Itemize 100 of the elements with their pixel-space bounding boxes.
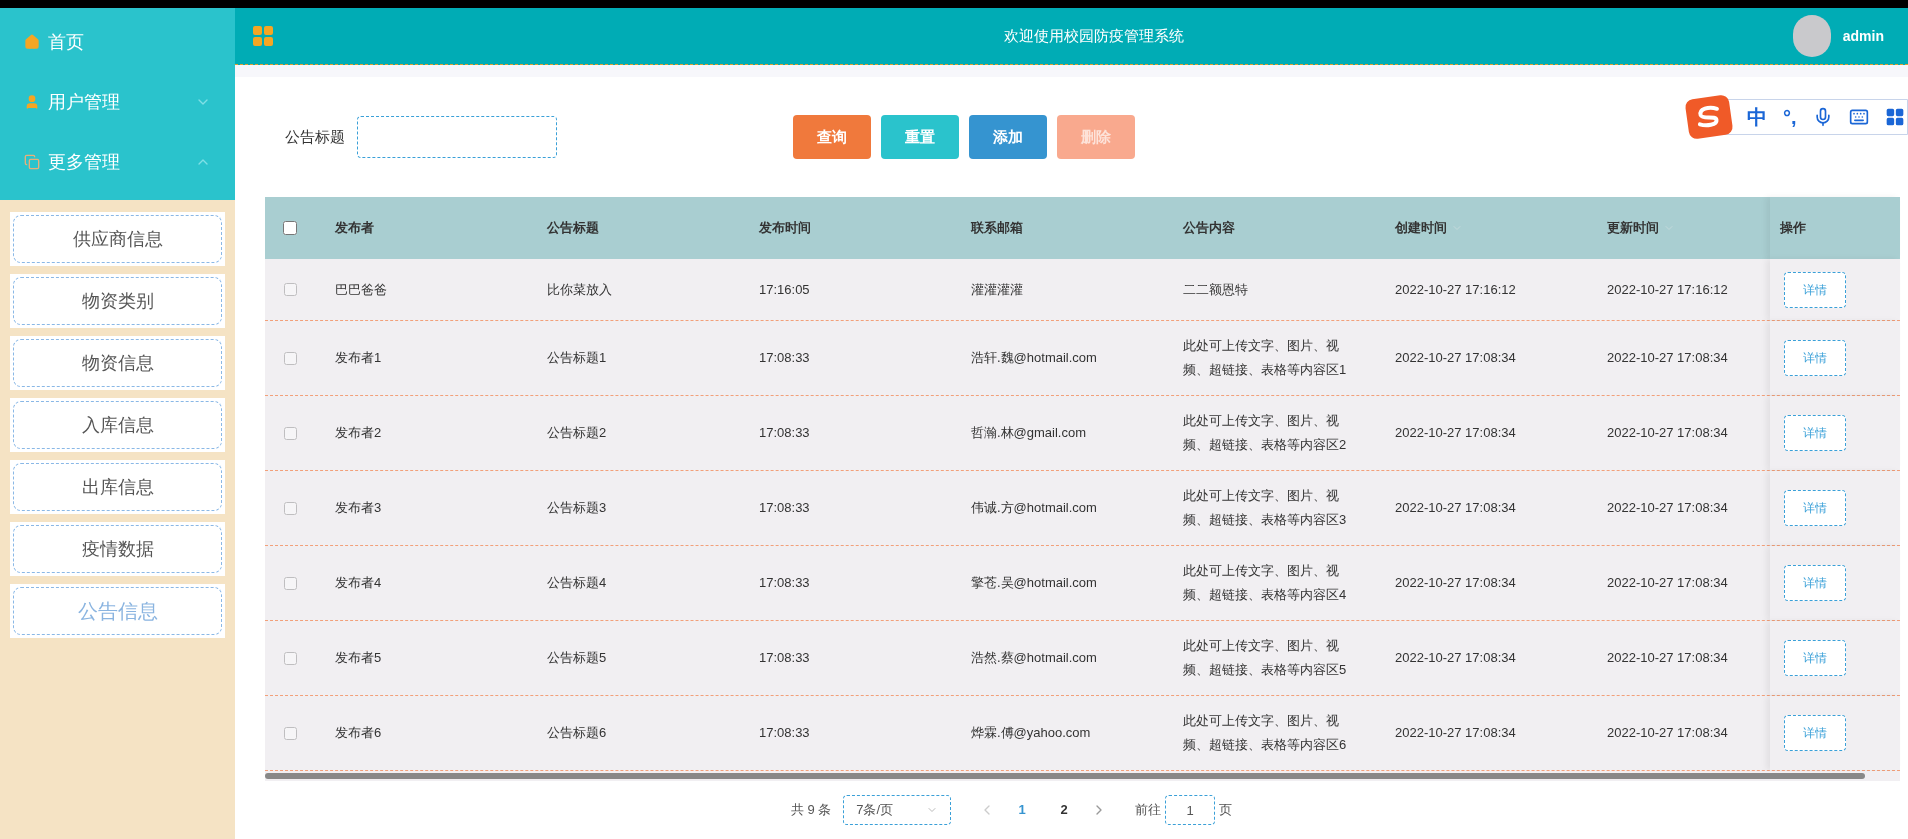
column-header: 操作 xyxy=(1780,219,1806,238)
detail-button[interactable]: 详情 xyxy=(1784,565,1846,601)
table-cell-text: 2022-10-27 17:08:34 xyxy=(1607,724,1729,742)
copy-icon xyxy=(24,154,40,170)
column-header[interactable]: 创建时间 xyxy=(1395,218,1447,238)
page-unit: 页 xyxy=(1219,801,1233,820)
table-cell-text: 2022-10-27 17:08:34 xyxy=(1395,574,1517,592)
action-button[interactable]: 查询 xyxy=(793,115,871,159)
column-header: 联系邮箱 xyxy=(971,219,1023,238)
submenu-item[interactable]: 供应商信息 xyxy=(13,215,222,263)
user-name: admin xyxy=(1842,26,1884,46)
table-cell-text: 发布者5 xyxy=(335,649,383,667)
total-count: 共 9 条 xyxy=(790,801,832,820)
table-cell-text: 2022-10-27 17:16:12 xyxy=(1607,280,1729,299)
table-cell-text: 二二额恩特 xyxy=(1183,280,1249,299)
menu-item[interactable]: 首页 xyxy=(0,12,235,72)
menu-label: 首页 xyxy=(48,30,85,54)
table-cell-text: 17:08:33 xyxy=(759,724,811,742)
column-header: 公告内容 xyxy=(1183,219,1235,238)
table-cell-text: 此处可上传文字、图片、视频、超链接、表格等内容区4 xyxy=(1183,562,1348,604)
detail-button[interactable]: 详情 xyxy=(1784,340,1846,376)
table-cell-text: 公告标题5 xyxy=(547,649,608,667)
page-number[interactable]: 1 xyxy=(1007,800,1038,820)
table-cell-text: 2022-10-27 17:08:34 xyxy=(1395,424,1517,442)
table-cell-text: 17:08:33 xyxy=(759,574,811,592)
table-cell-text: 比你菜放入 xyxy=(547,280,613,299)
table-cell-text: 公告标题6 xyxy=(547,724,608,742)
table-cell-text: 此处可上传文字、图片、视频、超链接、表格等内容区5 xyxy=(1183,637,1348,679)
table-cell-text: 2022-10-27 17:08:34 xyxy=(1395,499,1517,517)
table-cell-text: 公告标题4 xyxy=(547,574,608,592)
ime-button[interactable]: 中 xyxy=(1747,102,1767,132)
menu-item[interactable]: 用户管理 xyxy=(0,72,235,132)
menu-label: 更多管理 xyxy=(48,150,121,174)
table-cell-text: 2022-10-27 17:08:34 xyxy=(1395,649,1517,667)
submenu-item[interactable]: 物资类别 xyxy=(13,277,222,325)
table-cell-text: 哲瀚.林@gmail.com xyxy=(971,424,1088,442)
submenu-item[interactable]: 公告信息 xyxy=(13,587,222,635)
detail-button[interactable]: 详情 xyxy=(1784,715,1846,751)
table-cell-text: 2022-10-27 17:08:34 xyxy=(1607,649,1729,667)
column-header: 发布时间 xyxy=(759,219,811,238)
table-cell-text: 浩轩.魏@hotmail.com xyxy=(971,349,1098,367)
detail-button[interactable]: 详情 xyxy=(1784,271,1846,308)
keyboard-icon[interactable] xyxy=(1848,107,1869,127)
table-cell-text: 17:16:05 xyxy=(759,280,811,299)
table-cell-text: 巴巴爸爸 xyxy=(335,280,388,299)
table-cell-text: 17:08:33 xyxy=(759,349,811,367)
submenu-item[interactable]: 入库信息 xyxy=(13,401,222,449)
table-cell-text: 发布者1 xyxy=(335,349,383,367)
goto-label: 前往 xyxy=(1135,801,1162,820)
table-cell-text: 2022-10-27 17:08:34 xyxy=(1607,574,1729,592)
table-cell-text: 发布者2 xyxy=(335,424,383,442)
user-icon xyxy=(24,94,40,110)
page-size-select[interactable]: 7条/页 xyxy=(843,795,952,825)
column-header[interactable]: 更新时间 xyxy=(1607,218,1659,238)
search-label: 公告标题 xyxy=(285,126,345,147)
detail-button[interactable]: 详情 xyxy=(1784,640,1846,676)
home-icon xyxy=(24,34,40,50)
search-field[interactable] xyxy=(357,116,557,158)
table-cell-text: 发布者4 xyxy=(335,574,383,592)
table-cell-text: 浩然.蔡@hotmail.com xyxy=(971,649,1098,667)
column-header: 公告标题 xyxy=(547,219,599,238)
system-title: 欢迎使用校园防疫管理系统 xyxy=(1003,25,1184,46)
table-cell-text: 17:08:33 xyxy=(759,649,811,667)
ime-button[interactable]: °, xyxy=(1783,102,1797,132)
submenu-item[interactable]: 疫情数据 xyxy=(13,525,222,573)
table-cell-text: 灌灌灌灌 xyxy=(971,280,1024,299)
table-cell-text: 发布者3 xyxy=(335,499,383,517)
table-cell-text: 2022-10-27 17:08:34 xyxy=(1395,349,1517,367)
table-cell-text: 此处可上传文字、图片、视频、超链接、表格等内容区3 xyxy=(1183,487,1348,529)
menu-label: 用户管理 xyxy=(48,90,121,114)
table-cell-text: 烨霖.傅@yahoo.com xyxy=(971,724,1092,742)
detail-button[interactable]: 详情 xyxy=(1784,415,1846,451)
table-cell-text: 公告标题1 xyxy=(547,349,608,367)
table-cell-text: 2022-10-27 17:16:12 xyxy=(1395,280,1517,299)
select-all-checkbox[interactable] xyxy=(283,221,297,235)
table-cell-text: 公告标题2 xyxy=(547,424,608,442)
table-cell-text: 17:08:33 xyxy=(759,424,811,442)
table-cell-text: 公告标题3 xyxy=(547,499,608,517)
avatar[interactable] xyxy=(1792,15,1831,57)
detail-button[interactable]: 详情 xyxy=(1784,490,1846,526)
grid-icon[interactable] xyxy=(1884,107,1905,127)
table-cell-text: 此处可上传文字、图片、视频、超链接、表格等内容区2 xyxy=(1183,412,1348,454)
column-header: 发布者 xyxy=(335,219,374,238)
table-cell-text: 17:08:33 xyxy=(759,499,811,517)
table-cell-text: 2022-10-27 17:08:34 xyxy=(1607,499,1729,517)
submenu-item[interactable]: 出库信息 xyxy=(13,463,222,511)
action-button[interactable]: 添加 xyxy=(969,115,1047,159)
table-cell-text: 2022-10-27 17:08:34 xyxy=(1395,724,1517,742)
page-number[interactable]: 2 xyxy=(1049,800,1080,820)
table-cell-text: 伟诚.方@hotmail.com xyxy=(971,499,1098,517)
table-cell-text: 此处可上传文字、图片、视频、超链接、表格等内容区6 xyxy=(1183,712,1348,754)
table-cell-text: 发布者6 xyxy=(335,724,383,742)
submenu-item[interactable]: 物资信息 xyxy=(13,339,222,387)
goto-page-field[interactable]: 1 xyxy=(1165,795,1216,825)
table-cell-text: 擎苍.吴@hotmail.com xyxy=(971,574,1098,592)
table-cell-text: 2022-10-27 17:08:34 xyxy=(1607,424,1729,442)
scrollbar[interactable] xyxy=(265,773,1865,779)
menu-item[interactable]: 更多管理 xyxy=(0,132,235,192)
table-cell-text: 此处可上传文字、图片、视频、超链接、表格等内容区1 xyxy=(1183,337,1348,379)
action-button[interactable]: 重置 xyxy=(881,115,959,159)
